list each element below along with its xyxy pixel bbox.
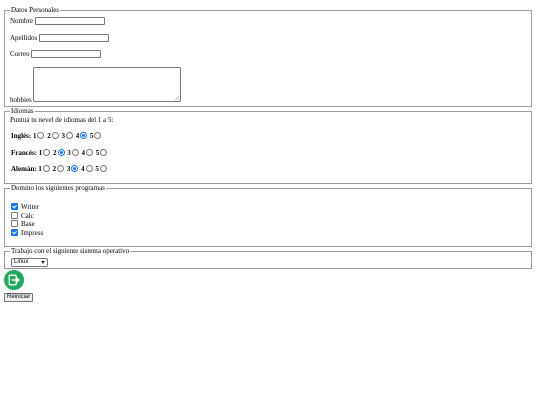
level-radio[interactable] <box>37 132 45 139</box>
level-number: 5 <box>89 132 94 140</box>
personal-data-fieldset: Datos Personales Nombre Apellidos Correo… <box>4 6 532 107</box>
level-number: 3 <box>61 132 65 140</box>
os-fieldset: Trabajo con el siguiente sistema operati… <box>4 247 532 269</box>
level-radio[interactable] <box>100 149 108 156</box>
languages-instruction: Puntua tu nevel de idiomas del 1 a 5: <box>10 116 114 124</box>
hobbies-label: hobbies <box>10 96 32 104</box>
level-number: 5 <box>95 165 99 173</box>
os-legend: Trabajo con el siguiente sistema operati… <box>10 247 131 256</box>
language-label: Inglés: <box>11 132 32 140</box>
level-number: 4 <box>75 132 80 140</box>
name-field[interactable] <box>35 17 105 25</box>
resize-grip-icon[interactable] <box>175 96 179 100</box>
program-checkbox[interactable] <box>11 203 18 210</box>
level-radio[interactable] <box>65 132 73 139</box>
reset-button[interactable]: Reiniciar <box>4 293 34 302</box>
level-radio[interactable] <box>57 149 65 156</box>
personal-data-legend: Datos Personales <box>10 6 61 15</box>
level-radio[interactable] <box>94 132 102 139</box>
programs-legend: Domino los siguientes programas <box>10 184 106 193</box>
level-radio[interactable] <box>80 132 88 139</box>
level-radio[interactable] <box>71 149 79 156</box>
languages-legend: Idiomas <box>10 107 35 116</box>
email-field[interactable] <box>31 50 101 58</box>
program-label: Impress <box>21 228 44 237</box>
level-number: 3 <box>67 149 71 157</box>
program-checkbox[interactable] <box>11 228 18 236</box>
level-radio[interactable] <box>51 132 59 139</box>
lastname-field[interactable] <box>39 34 109 42</box>
name-label: Nombre <box>10 17 33 25</box>
email-label: Correo <box>10 50 30 58</box>
language-label: Francés: <box>11 149 38 157</box>
level-radio[interactable] <box>99 165 107 172</box>
level-number: 4 <box>81 165 85 173</box>
level-radio[interactable] <box>57 165 65 172</box>
level-number: 1 <box>32 132 37 140</box>
program-label: Calc <box>21 211 34 220</box>
program-item[interactable]: Impress <box>11 228 44 238</box>
language-row: Alemán: 1 2 3 4 5 <box>11 165 108 174</box>
level-number: 2 <box>53 149 57 157</box>
language-label: Alemán: <box>11 165 37 173</box>
level-radio[interactable] <box>86 149 94 156</box>
level-number: 2 <box>52 165 57 173</box>
programs-fieldset: Domino los siguientes programas Writer Ca… <box>4 184 532 247</box>
level-number: 1 <box>38 165 42 173</box>
level-radio[interactable] <box>71 165 79 172</box>
language-row: Inglés: 1 2 3 4 5 <box>11 132 102 141</box>
level-number: 3 <box>66 165 71 173</box>
languages-fieldset: Idiomas Puntua tu nevel de idiomas del 1… <box>4 107 532 184</box>
chevron-down-icon <box>41 261 45 264</box>
level-number: 4 <box>81 149 86 157</box>
exit-icon <box>8 274 20 286</box>
os-select[interactable]: Linux <box>11 258 48 267</box>
os-select-value: Linux <box>14 259 29 265</box>
program-checkbox[interactable] <box>11 220 18 227</box>
level-number: 2 <box>47 132 51 140</box>
level-number: 1 <box>38 149 43 157</box>
language-row: Francés: 1 2 3 4 5 <box>11 149 108 158</box>
level-radio[interactable] <box>42 165 50 172</box>
level-number: 5 <box>95 149 100 157</box>
submit-button[interactable] <box>4 270 24 290</box>
program-label: Writer <box>21 203 39 211</box>
hobbies-textarea[interactable] <box>33 67 181 102</box>
level-radio[interactable] <box>85 165 93 172</box>
lastname-label: Apellidos <box>10 34 38 42</box>
program-checkbox[interactable] <box>11 211 18 219</box>
level-radio[interactable] <box>43 149 51 156</box>
program-label: Base <box>21 220 35 228</box>
